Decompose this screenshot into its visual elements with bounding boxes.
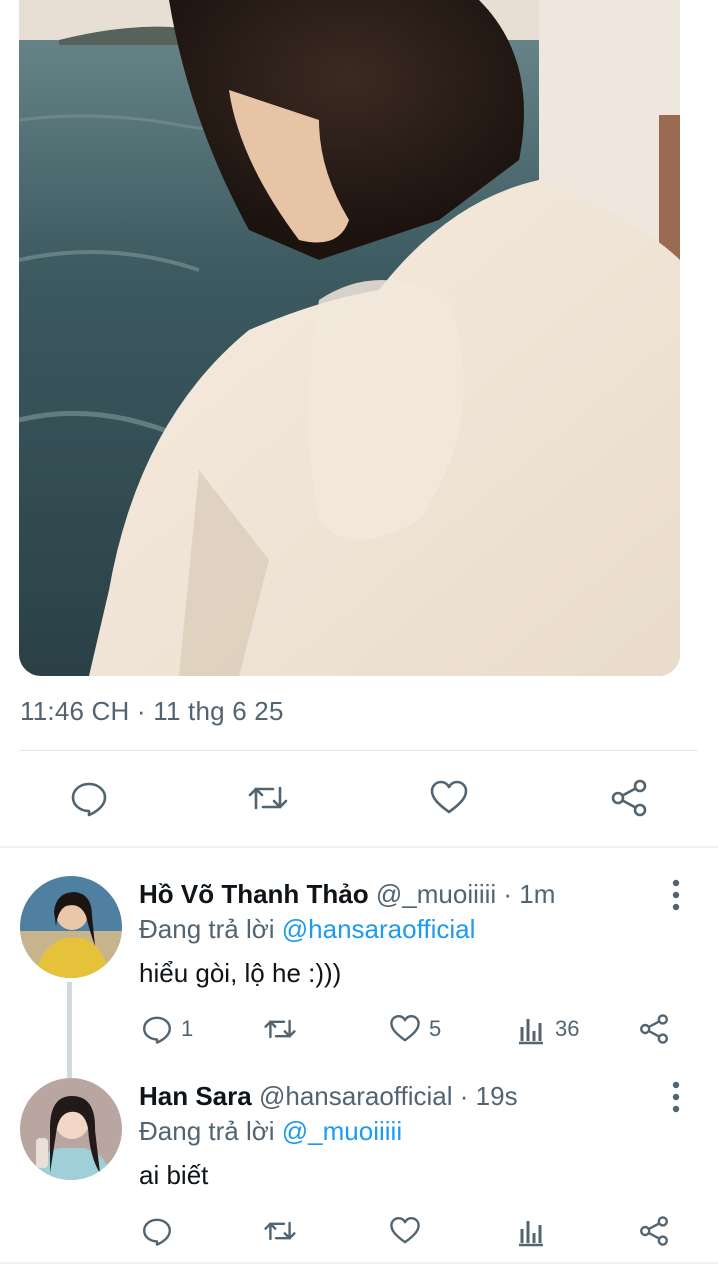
retweet-button[interactable] [248,778,288,818]
like-button[interactable]: 5 [389,1012,441,1046]
display-name[interactable]: Hồ Võ Thanh Thảo [139,879,369,909]
reply-text: hiểu gòi, lộ he :))) [139,958,342,988]
avatar[interactable] [20,1078,122,1180]
tweet-photo[interactable] [19,0,680,676]
heart-icon [390,1217,420,1244]
views-button[interactable] [515,1214,547,1248]
tweet-timestamp[interactable]: 11:46 CH · 11 thg 6 25 [20,696,284,727]
views-chart-icon [519,1019,543,1045]
heart-icon [390,1015,420,1042]
reply-header: Han Sara @hansaraofficial · 19s [139,1081,518,1112]
replying-to: Đang trả lời @_muoiiiii [139,1116,402,1147]
display-name[interactable]: Han Sara [139,1081,252,1111]
avatar-image [20,1078,122,1180]
more-vertical-icon [672,1081,680,1113]
retweet-icon [248,786,288,810]
share-button[interactable] [638,1012,670,1046]
reply-button[interactable] [141,1214,173,1248]
like-button[interactable] [429,778,469,818]
heart-icon [430,780,468,814]
reply-button[interactable] [69,778,109,818]
section-divider [0,1262,718,1264]
views-chart-icon [519,1221,543,1247]
reply-header: Hồ Võ Thanh Thảo @_muoiiiii · 1m [139,879,555,910]
handle-and-time[interactable]: @_muoiiiii · 1m [376,879,556,909]
reply-icon [143,1016,171,1044]
replying-to: Đang trả lời @hansaraofficial [139,914,475,945]
retweet-icon [264,1221,296,1241]
share-icon [640,1216,668,1246]
section-divider [0,846,718,848]
share-button[interactable] [609,778,649,818]
divider [20,750,698,751]
avatar-image [20,876,122,978]
thread-line [67,982,72,1078]
more-options-button[interactable] [664,1080,688,1114]
view-count: 36 [555,1016,580,1041]
reply-button[interactable]: 1 [141,1012,193,1046]
share-button[interactable] [638,1214,670,1248]
handle-and-time[interactable]: @hansaraofficial · 19s [259,1081,518,1111]
share-icon [611,779,647,817]
retweet-button[interactable] [264,1012,296,1046]
replying-prefix: Đang trả lời [139,914,282,944]
reply-text: ai biết [139,1160,209,1190]
tweet-action-bar [0,766,718,830]
replying-prefix: Đang trả lời [139,1116,282,1146]
mention-link[interactable]: @hansaraofficial [282,914,476,944]
retweet-icon [264,1019,296,1039]
more-vertical-icon [672,879,680,911]
retweet-button[interactable] [264,1214,296,1248]
share-icon [640,1014,668,1044]
more-options-button[interactable] [664,878,688,912]
reply-count: 1 [181,1016,194,1041]
like-button[interactable] [389,1214,421,1248]
like-count: 5 [429,1016,442,1041]
reply-icon [143,1218,171,1246]
avatar[interactable] [20,876,122,978]
photo-image [19,0,680,676]
reply-icon [71,782,107,817]
views-button[interactable]: 36 [515,1012,579,1046]
mention-link[interactable]: @_muoiiiii [282,1116,402,1146]
